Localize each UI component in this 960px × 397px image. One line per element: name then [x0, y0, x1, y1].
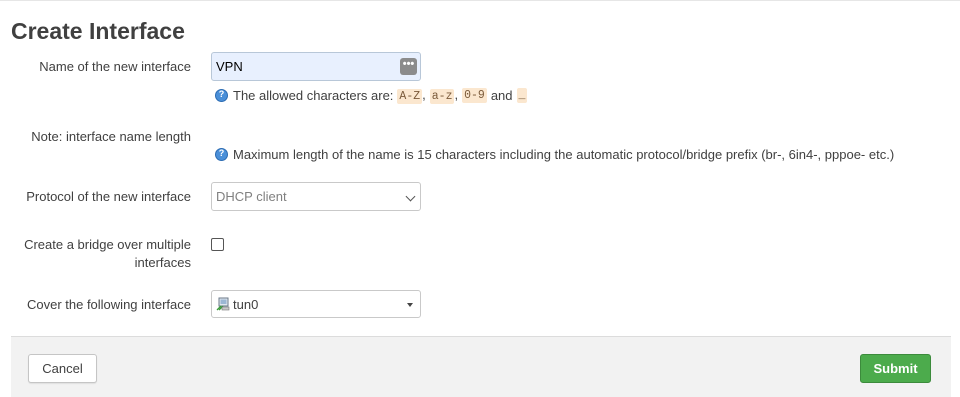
bridge-checkbox[interactable] [211, 238, 224, 251]
cover-interface-select[interactable]: tun0 [211, 290, 421, 318]
interface-name-input[interactable] [212, 53, 392, 80]
cover-label: Cover the following interface [26, 297, 191, 312]
bridge-field-wrapper [211, 238, 224, 251]
char-chip-digits: 0-9 [462, 87, 487, 103]
dialog-footer: Cancel Submit [11, 336, 951, 397]
submit-button[interactable]: Submit [860, 354, 931, 383]
bridge-label: Create a bridge over multiple interfaces [24, 237, 191, 270]
chevron-down-icon [405, 191, 416, 202]
page-title: Create Interface [11, 18, 185, 44]
info-icon [215, 148, 228, 161]
name-input-box: ••• [211, 52, 421, 81]
dropdown-arrow-icon [407, 303, 413, 307]
more-options-icon[interactable]: ••• [400, 58, 417, 75]
cover-selected-value: tun0 [233, 296, 259, 312]
allowed-chars-hint: The allowed characters are: A-Z, a-z, 0-… [215, 87, 528, 104]
name-length-text: Maximum length of the name is 15 charact… [233, 147, 895, 162]
protocol-selected-value: DHCP client [216, 189, 287, 204]
char-chip-lowercase: a-z [429, 89, 455, 104]
protocol-field-wrapper: DHCP client [211, 182, 421, 211]
note-label: Note: interface name length [31, 129, 191, 144]
cancel-button[interactable]: Cancel [28, 354, 97, 383]
and-word: and [490, 87, 513, 103]
allowed-chars-prefix: The allowed characters are: [233, 87, 394, 103]
protocol-label: Protocol of the new interface [26, 189, 191, 204]
name-length-hint: Maximum length of the name is 15 charact… [215, 147, 894, 162]
cover-field-wrapper: tun0 [211, 290, 421, 318]
name-label: Name of the new interface [39, 59, 191, 74]
network-interface-icon [216, 297, 230, 311]
protocol-select[interactable]: DHCP client [211, 182, 421, 211]
top-divider [0, 0, 960, 1]
char-chip-underscore: _ [516, 87, 528, 103]
char-chip-uppercase: A-Z [397, 89, 423, 104]
name-field-wrapper: ••• [211, 52, 421, 81]
info-icon [215, 88, 228, 102]
